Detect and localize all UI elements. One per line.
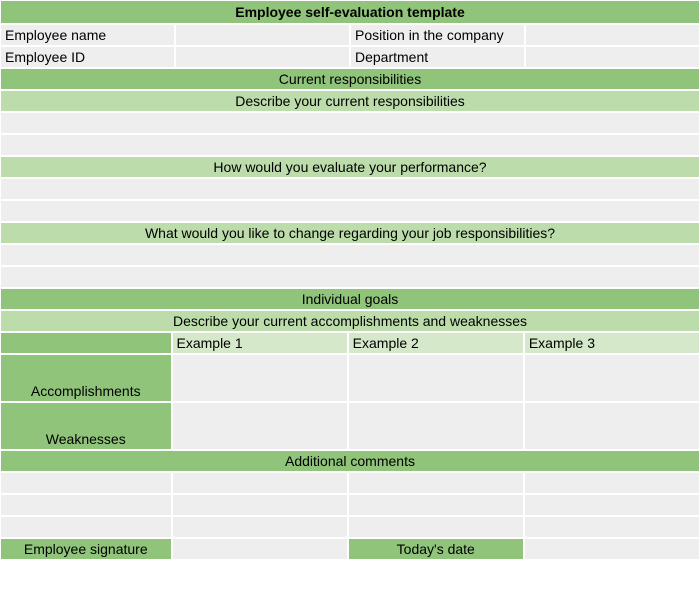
- goals-section-title: Individual goals: [0, 288, 700, 310]
- additional-row-2-col-1[interactable]: [0, 494, 172, 516]
- additional-row-3-col-2[interactable]: [172, 516, 348, 538]
- additional-row-1-col-2[interactable]: [172, 472, 348, 494]
- evaluate-performance-input-2[interactable]: [0, 200, 700, 222]
- goals-describe-label: Describe your current accomplishments an…: [0, 310, 700, 332]
- additional-row-1-col-3[interactable]: [348, 472, 524, 494]
- change-responsibilities-label: What would you like to change regarding …: [0, 222, 700, 244]
- position-label: Position in the company: [350, 24, 525, 46]
- additional-row-3-col-1[interactable]: [0, 516, 172, 538]
- describe-responsibilities-label: Describe your current responsibilities: [0, 90, 700, 112]
- employee-name-label: Employee name: [0, 24, 175, 46]
- describe-responsibilities-input-2[interactable]: [0, 134, 700, 156]
- employee-name-input[interactable]: [175, 24, 350, 46]
- form-title: Employee self-evaluation template: [0, 0, 700, 24]
- accomplishments-example-2[interactable]: [348, 354, 524, 402]
- evaluate-performance-label: How would you evaluate your performance?: [0, 156, 700, 178]
- employee-signature-input[interactable]: [172, 538, 348, 560]
- employee-signature-label: Employee signature: [0, 538, 172, 560]
- additional-row-2-col-2[interactable]: [172, 494, 348, 516]
- example-3-header: Example 3: [524, 332, 700, 354]
- weaknesses-example-3[interactable]: [524, 402, 700, 450]
- department-label: Department: [350, 46, 525, 68]
- position-input[interactable]: [525, 24, 700, 46]
- goals-corner-cell: [0, 332, 172, 354]
- department-input[interactable]: [525, 46, 700, 68]
- accomplishments-example-3[interactable]: [524, 354, 700, 402]
- additional-row-2-col-3[interactable]: [348, 494, 524, 516]
- weaknesses-label: Weaknesses: [0, 402, 172, 450]
- additional-row-3-col-4[interactable]: [524, 516, 700, 538]
- todays-date-label: Today's date: [348, 538, 524, 560]
- example-1-header: Example 1: [172, 332, 348, 354]
- responsibilities-section-title: Current responsibilities: [0, 68, 700, 90]
- change-responsibilities-input-1[interactable]: [0, 244, 700, 266]
- example-2-header: Example 2: [348, 332, 524, 354]
- additional-row-1-col-4[interactable]: [524, 472, 700, 494]
- todays-date-input[interactable]: [524, 538, 700, 560]
- evaluate-performance-input-1[interactable]: [0, 178, 700, 200]
- weaknesses-example-2[interactable]: [348, 402, 524, 450]
- additional-row-1-col-1[interactable]: [0, 472, 172, 494]
- accomplishments-label: Accomplishments: [0, 354, 172, 402]
- accomplishments-example-1[interactable]: [172, 354, 348, 402]
- change-responsibilities-input-2[interactable]: [0, 266, 700, 288]
- employee-id-label: Employee ID: [0, 46, 175, 68]
- additional-comments-title: Additional comments: [0, 450, 700, 472]
- additional-row-3-col-3[interactable]: [348, 516, 524, 538]
- additional-row-2-col-4[interactable]: [524, 494, 700, 516]
- weaknesses-example-1[interactable]: [172, 402, 348, 450]
- employee-id-input[interactable]: [175, 46, 350, 68]
- describe-responsibilities-input-1[interactable]: [0, 112, 700, 134]
